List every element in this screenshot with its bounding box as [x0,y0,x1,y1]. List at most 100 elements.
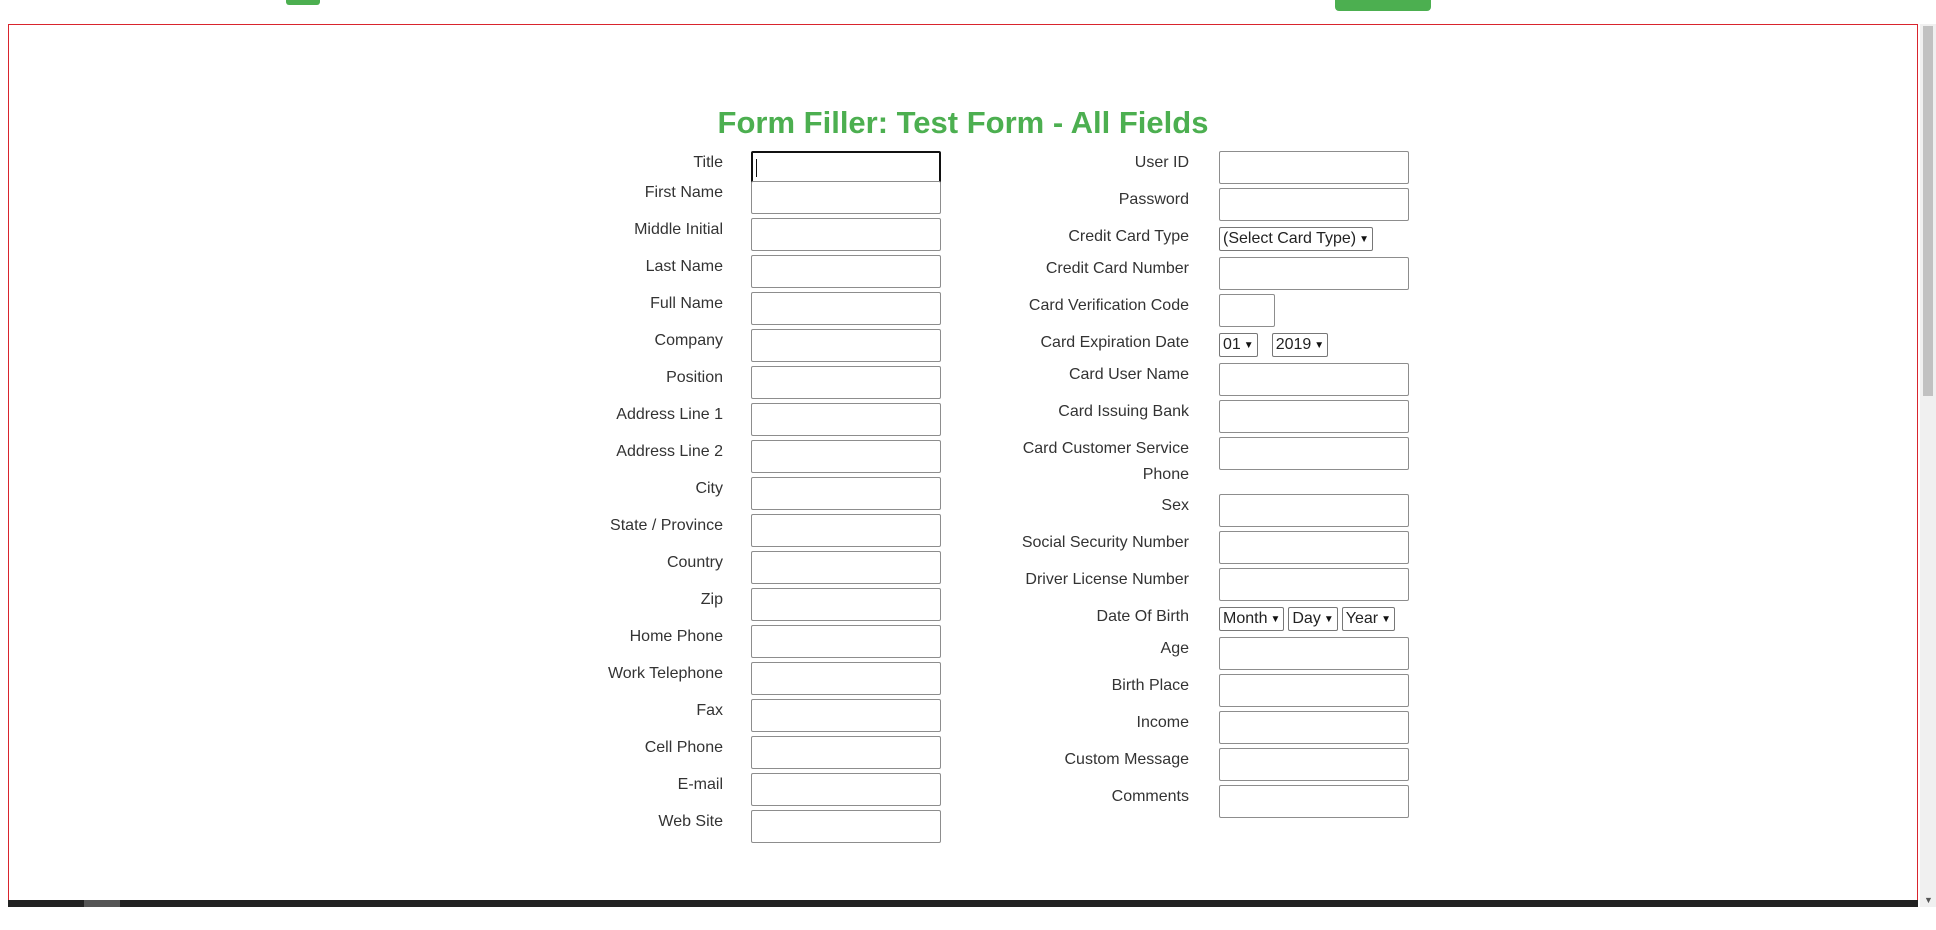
age-input[interactable] [1219,637,1409,670]
field-row-driver-license: Driver License Number [1009,565,1409,602]
chevron-down-icon: ▼ [1359,233,1369,245]
card-user-name-input[interactable] [1219,363,1409,396]
state-province-input[interactable] [751,514,941,547]
vertical-scroll-thumb[interactable] [1923,26,1933,396]
field-row-first-name: First Name [569,178,941,215]
last-name-input[interactable] [751,255,941,288]
field-label: Card Expiration Date [1040,334,1189,351]
field-row-card-cvc: Card Verification Code [1009,291,1409,328]
select-value: 01 [1223,336,1241,353]
select-value: (Select Card Type) [1223,230,1357,247]
card-service-phone-input[interactable] [1219,437,1409,470]
card-verification-code-input[interactable] [1219,294,1275,327]
field-label: Address Line 1 [616,406,723,423]
field-row-birth-place: Birth Place [1009,671,1409,708]
field-row-custom-message: Custom Message [1009,745,1409,782]
right-column: User ID Password Credit Card Type (Selec… [1009,148,1409,819]
email-input[interactable] [751,773,941,806]
top-right-button[interactable] [1335,0,1431,11]
cell-phone-input[interactable] [751,736,941,769]
user-id-input[interactable] [1219,151,1409,184]
top-strip [0,0,1920,24]
position-input[interactable] [751,366,941,399]
select-value: Day [1292,610,1321,627]
expiry-year-select[interactable]: 2019 ▼ [1271,333,1329,357]
text-caret [756,159,757,177]
vertical-scrollbar[interactable]: ▼ [1920,24,1936,907]
field-row-ssn: Social Security Number [1009,528,1409,565]
dob-month-select[interactable]: Month ▼ [1219,607,1285,631]
zip-input[interactable] [751,588,941,621]
field-label: Driver License Number [1025,571,1189,588]
fax-input[interactable] [751,699,941,732]
field-label: Web Site [658,813,723,830]
full-name-input[interactable] [751,292,941,325]
chevron-down-icon: ▼ [1270,613,1281,625]
card-type-select[interactable]: (Select Card Type) ▼ [1219,227,1373,251]
birth-place-input[interactable] [1219,674,1409,707]
field-row-work-telephone: Work Telephone [569,659,941,696]
field-row-city: City [569,474,941,511]
field-label: City [695,480,723,497]
card-issuing-bank-input[interactable] [1219,400,1409,433]
field-row-last-name: Last Name [569,252,941,289]
dob-year-select[interactable]: Year ▼ [1341,607,1395,631]
web-site-input[interactable] [751,810,941,843]
custom-message-input[interactable] [1219,748,1409,781]
field-label: Fax [696,702,723,719]
field-row-sex: Sex [1009,491,1409,528]
field-row-fax: Fax [569,696,941,733]
top-left-button[interactable] [286,0,320,5]
field-label: Card Customer Service Phone [1022,440,1189,483]
field-row-web-site: Web Site [569,807,941,844]
sex-input[interactable] [1219,494,1409,527]
field-label: Middle Initial [634,221,723,238]
field-row-home-phone: Home Phone [569,622,941,659]
field-row-state: State / Province [569,511,941,548]
comments-input[interactable] [1219,785,1409,818]
home-phone-input[interactable] [751,625,941,658]
company-input[interactable] [751,329,941,362]
field-row-card-expiry: Card Expiration Date 01 ▼ 2019 ▼ [1009,328,1409,360]
field-row-user-id: User ID [1009,148,1409,185]
chevron-down-icon: ▼ [1314,339,1325,351]
field-label: Sex [1161,497,1189,514]
field-label: Card Issuing Bank [1058,403,1189,420]
address-line-2-input[interactable] [751,440,941,473]
password-input[interactable] [1219,188,1409,221]
field-row-cell-phone: Cell Phone [569,733,941,770]
first-name-input[interactable] [751,181,941,214]
dob-day-select[interactable]: Day ▼ [1288,607,1338,631]
city-input[interactable] [751,477,941,510]
chevron-down-icon: ▼ [1381,613,1391,625]
card-number-input[interactable] [1219,257,1409,290]
select-value: Year [1345,610,1379,627]
horizontal-scroll-thumb[interactable] [84,900,120,907]
field-label: Address Line 2 [616,443,723,460]
field-label: Age [1160,640,1189,657]
middle-initial-input[interactable] [751,218,941,251]
field-row-age: Age [1009,634,1409,671]
field-label: First Name [644,184,723,201]
horizontal-scrollbar[interactable] [8,900,1918,907]
field-label: Password [1118,191,1189,208]
field-row-card-bank: Card Issuing Bank [1009,397,1409,434]
field-row-card-number: Credit Card Number [1009,254,1409,291]
income-input[interactable] [1219,711,1409,744]
social-security-number-input[interactable] [1219,531,1409,564]
work-telephone-input[interactable] [751,662,941,695]
field-row-country: Country [569,548,941,585]
field-label: Cell Phone [644,739,723,756]
scroll-down-arrow-icon[interactable]: ▼ [1924,895,1933,905]
field-label: Home Phone [629,628,723,645]
country-input[interactable] [751,551,941,584]
address-line-1-input[interactable] [751,403,941,436]
field-label: Custom Message [1064,751,1190,768]
field-label: Social Security Number [1021,534,1189,551]
expiry-month-select[interactable]: 01 ▼ [1219,333,1258,357]
field-row-dob: Date Of Birth Month ▼ Day ▼ Year ▼ [1009,602,1409,634]
page-title: Form Filler: Test Form - All Fields [717,105,1209,140]
driver-license-input[interactable] [1219,568,1409,601]
field-label: State / Province [610,517,723,534]
field-label: Position [666,369,723,386]
